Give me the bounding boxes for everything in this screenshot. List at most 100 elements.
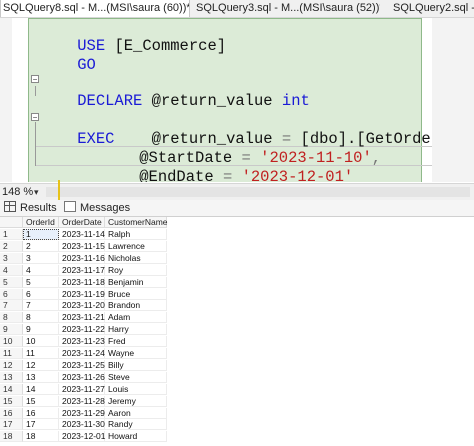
cell-customername[interactable]: Bruce <box>105 288 167 300</box>
table-row[interactable]: 17 17 2023-11-30 Randy <box>0 419 170 431</box>
cell-customername[interactable]: Randy <box>105 419 167 431</box>
messages-icon <box>64 201 76 212</box>
cell-orderid[interactable]: 8 <box>23 312 59 324</box>
cell-orderid[interactable]: 4 <box>23 264 59 276</box>
cell-orderid[interactable]: 11 <box>23 348 59 359</box>
cell-orderid[interactable]: 16 <box>23 407 59 419</box>
query-editor[interactable]: − − USE [E_Commerce] GO DECLARE @return_… <box>0 18 474 182</box>
cell-customername[interactable]: Adam <box>105 312 167 324</box>
cell-orderid[interactable]: 15 <box>23 395 59 407</box>
table-row[interactable]: 13 13 2023-11-26 Steve <box>0 371 170 383</box>
cell-customername[interactable]: Brandon <box>105 300 167 312</box>
cell-orderdate[interactable]: 2023-11-21 <box>59 312 105 324</box>
table-row[interactable]: 18 18 2023-12-01 Howard <box>0 431 170 443</box>
cell-customername[interactable]: Nicholas <box>105 252 167 264</box>
results-grid[interactable]: OrderId OrderDate CustomerName 1 1 2023-11… <box>0 217 474 446</box>
table-row[interactable]: 2 2 2023-11-15 Lawrence <box>0 240 170 252</box>
cell-orderdate[interactable]: 2023-11-25 <box>59 359 105 371</box>
table-row[interactable]: 8 8 2023-11-21 Adam <box>0 312 170 324</box>
table-row[interactable]: 7 7 2023-11-20 Brandon <box>0 300 170 312</box>
tab-sqlquery2[interactable]: SQLQuery2.sql - M... <box>393 0 474 17</box>
table-row[interactable]: 4 4 2023-11-17 Roy <box>0 264 170 276</box>
document-tab-bar: SQLQuery8.sql - M...(MSI\saura (60))*↧✕ … <box>0 0 474 18</box>
cell-customername[interactable]: Benjamin <box>105 276 167 288</box>
row-number: 3 <box>0 252 23 264</box>
cell-orderid[interactable]: 18 <box>23 431 59 443</box>
cell-orderdate[interactable]: 2023-11-27 <box>59 383 105 395</box>
collapse-icon[interactable]: − <box>31 75 39 84</box>
cell-customername[interactable]: Fred <box>105 336 167 348</box>
cell-orderdate[interactable]: 2023-11-28 <box>59 395 105 407</box>
grid-corner[interactable] <box>0 217 23 228</box>
table-row[interactable]: 9 9 2023-11-22 Harry <box>0 324 170 336</box>
cell-orderdate[interactable]: 2023-11-23 <box>59 336 105 348</box>
cell-orderid[interactable]: 1 <box>23 229 59 240</box>
cell-orderid[interactable]: 6 <box>23 288 59 300</box>
table-row[interactable]: 3 3 2023-11-16 Nicholas <box>0 252 170 264</box>
cell-orderdate[interactable]: 2023-11-15 <box>59 240 105 252</box>
cell-orderid[interactable]: 7 <box>23 300 59 312</box>
cell-orderid[interactable]: 10 <box>23 336 59 348</box>
cell-customername[interactable]: Ralph <box>105 229 167 240</box>
table-row[interactable]: 12 12 2023-11-25 Billy <box>0 359 170 371</box>
row-number: 11 <box>0 348 23 359</box>
operator: = <box>222 168 233 182</box>
cell-orderdate[interactable]: 2023-11-29 <box>59 407 105 419</box>
table-row[interactable]: 1 1 2023-11-14 Ralph <box>0 229 170 240</box>
cell-customername[interactable]: Steve <box>105 371 167 383</box>
cell-orderid[interactable]: 9 <box>23 324 59 336</box>
table-row[interactable]: 16 16 2023-11-29 Aaron <box>0 407 170 419</box>
variable: @return_value <box>151 92 273 110</box>
parameter: @EndDate <box>139 168 214 182</box>
cell-customername[interactable]: Howard <box>105 431 167 443</box>
editor-horizontal-scrollbar[interactable] <box>46 187 470 197</box>
table-row[interactable]: 5 5 2023-11-18 Benjamin <box>0 276 170 288</box>
tab-results[interactable]: Results <box>4 200 57 216</box>
cell-orderid[interactable]: 14 <box>23 383 59 395</box>
table-row[interactable]: 10 10 2023-11-23 Fred <box>0 336 170 348</box>
cell-orderid[interactable]: 3 <box>23 252 59 264</box>
column-header-customername[interactable]: CustomerName <box>105 217 168 228</box>
cell-orderid[interactable]: 13 <box>23 371 59 383</box>
tab-messages[interactable]: Messages <box>64 200 130 216</box>
cell-orderid[interactable]: 17 <box>23 419 59 431</box>
cell-orderdate[interactable]: 2023-11-17 <box>59 264 105 276</box>
cell-orderdate[interactable]: 2023-11-19 <box>59 288 105 300</box>
chevron-down-icon[interactable]: ▾ <box>34 184 39 200</box>
cell-customername[interactable]: Lawrence <box>105 240 167 252</box>
cell-orderdate[interactable]: 2023-11-30 <box>59 419 105 431</box>
cell-orderdate[interactable]: 2023-11-14 <box>59 229 105 240</box>
collapse-icon[interactable]: − <box>31 113 39 122</box>
tab-sqlquery8[interactable]: SQLQuery8.sql - M...(MSI\saura (60))*↧✕ <box>0 0 190 17</box>
cell-orderdate[interactable]: 2023-11-24 <box>59 348 105 359</box>
row-number: 18 <box>0 431 23 443</box>
zoom-level[interactable]: 148 % <box>2 184 33 200</box>
table-row[interactable]: 14 14 2023-11-27 Louis <box>0 383 170 395</box>
cell-orderdate[interactable]: 2023-12-01 <box>59 431 105 443</box>
editor-vertical-scrollbar[interactable] <box>432 18 474 182</box>
database-name: [E_Commerce] <box>114 37 227 55</box>
table-row[interactable]: 11 11 2023-11-24 Wayne <box>0 348 170 359</box>
cell-customername[interactable]: Louis <box>105 383 167 395</box>
tab-sqlquery3[interactable]: SQLQuery3.sql - M...(MSI\saura (52))* <box>196 0 380 17</box>
cell-orderdate[interactable]: 2023-11-22 <box>59 324 105 336</box>
column-header-orderdate[interactable]: OrderDate <box>59 217 105 228</box>
cell-customername[interactable]: Wayne <box>105 348 167 359</box>
cell-orderdate[interactable]: 2023-11-16 <box>59 252 105 264</box>
row-number: 17 <box>0 419 23 431</box>
cell-orderdate[interactable]: 2023-11-18 <box>59 276 105 288</box>
cell-orderid[interactable]: 12 <box>23 359 59 371</box>
cell-customername[interactable]: Harry <box>105 324 167 336</box>
column-header-orderid[interactable]: OrderId <box>23 217 59 228</box>
cell-customername[interactable]: Billy <box>105 359 167 371</box>
cell-customername[interactable]: Aaron <box>105 407 167 419</box>
fold-guide <box>35 86 36 96</box>
cell-customername[interactable]: Jeremy <box>105 395 167 407</box>
table-row[interactable]: 6 6 2023-11-19 Bruce <box>0 288 170 300</box>
cell-orderdate[interactable]: 2023-11-20 <box>59 300 105 312</box>
table-row[interactable]: 15 15 2023-11-28 Jeremy <box>0 395 170 407</box>
cell-orderid[interactable]: 5 <box>23 276 59 288</box>
cell-customername[interactable]: Roy <box>105 264 167 276</box>
cell-orderid[interactable]: 2 <box>23 240 59 252</box>
cell-orderdate[interactable]: 2023-11-26 <box>59 371 105 383</box>
